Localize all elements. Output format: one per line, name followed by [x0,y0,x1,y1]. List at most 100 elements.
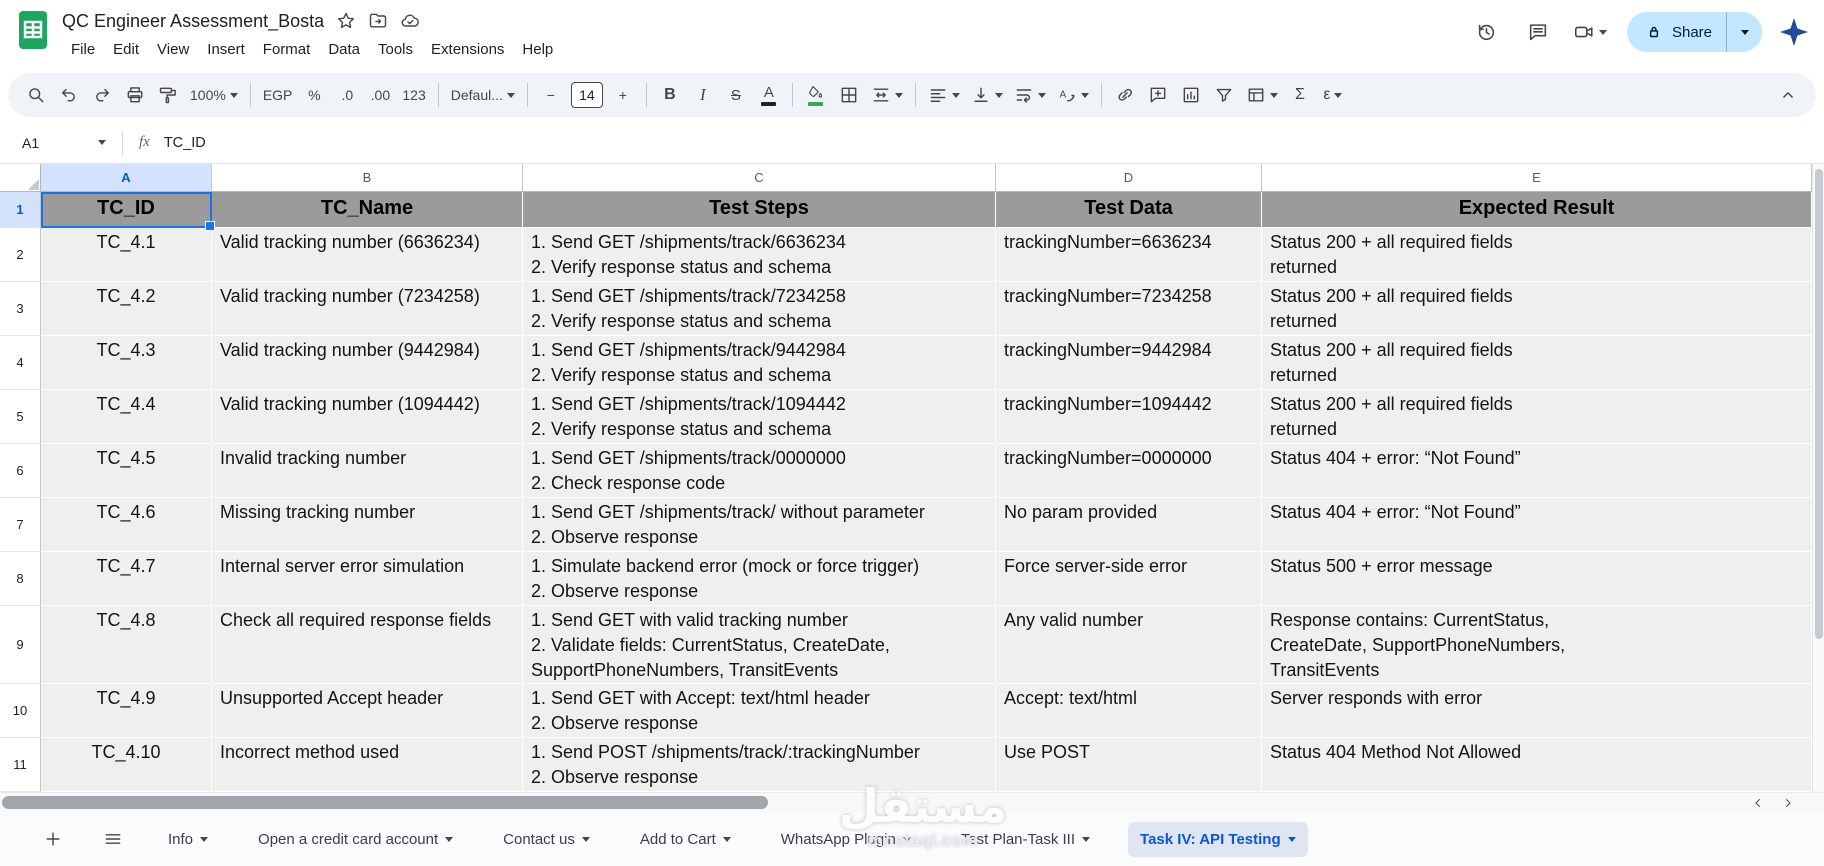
percent-format-button[interactable]: % [298,78,330,112]
cell-test-data[interactable]: Any valid number [996,606,1262,684]
cell-test-steps[interactable]: 1. Send GET /shipments/track/9442984 2. … [523,336,996,390]
cell-test-data[interactable]: trackingNumber=0000000 [996,444,1262,498]
cell-expected-result[interactable]: Response contains: CurrentStatus, Create… [1262,606,1812,684]
cell-expected-result[interactable]: Status 200 + all required fields returne… [1262,336,1812,390]
cell-test-steps[interactable]: 1. Send GET /shipments/track/6636234 2. … [523,228,996,282]
cell-test-steps[interactable]: 1. Simulate backend error (mock or force… [523,552,996,606]
row-number[interactable]: 11 [0,738,41,792]
zoom-select[interactable]: 100% [185,78,243,112]
cell-tc-name[interactable]: Valid tracking number (7234258) [212,282,523,336]
bold-button[interactable]: B [654,78,686,112]
number-format-button[interactable]: 123 [397,78,430,112]
horizontal-scrollbar-thumb[interactable] [2,796,768,809]
text-rotation-button[interactable]: A [1052,78,1094,112]
document-title[interactable]: QC Engineer Assessment_Bosta [62,11,324,32]
share-dropdown-button[interactable] [1726,12,1762,52]
menu-view[interactable]: View [148,37,198,62]
row-number[interactable]: 9 [0,606,41,684]
row-number[interactable]: 8 [0,552,41,606]
cell-tc-id[interactable]: TC_4.2 [41,282,212,336]
insert-chart-button[interactable] [1175,78,1207,112]
share-button[interactable]: Share [1627,12,1726,52]
version-history-button[interactable] [1465,11,1507,53]
search-button[interactable] [20,78,52,112]
sheet-tab-info[interactable]: Info [156,822,220,857]
row-number[interactable]: 7 [0,498,41,552]
vertical-scrollbar[interactable] [1812,164,1824,792]
scroll-left-button[interactable] [1746,794,1770,812]
column-header-c[interactable]: C [523,164,996,192]
cell-tc-name[interactable]: Internal server error simulation [212,552,523,606]
borders-button[interactable] [833,78,865,112]
cloud-saved-icon[interactable] [400,11,420,31]
horizontal-align-button[interactable] [923,78,965,112]
insert-link-button[interactable] [1109,78,1141,112]
cell-tc-name[interactable]: Missing tracking number [212,498,523,552]
account-avatar[interactable] [1778,16,1810,48]
cell-test-data[interactable]: Force server-side error [996,552,1262,606]
row-number[interactable]: 10 [0,684,41,738]
cell-tc-name[interactable]: Valid tracking number (9442984) [212,336,523,390]
merge-cells-button[interactable] [866,78,908,112]
cell-test-steps[interactable]: 1. Send GET /shipments/track/7234258 2. … [523,282,996,336]
cell-tc-name[interactable]: Unsupported Accept header [212,684,523,738]
cell-tc-id[interactable]: TC_4.8 [41,606,212,684]
cell-tc-id[interactable]: TC_4.4 [41,390,212,444]
cell-a1[interactable]: TC_ID [41,192,212,228]
decrease-font-size-button[interactable]: − [535,78,567,112]
cell-expected-result[interactable]: Status 404 + error: “Not Found” [1262,444,1812,498]
cell-test-data[interactable]: No param provided [996,498,1262,552]
sheet-tab-add-to-cart[interactable]: Add to Cart [628,822,743,857]
cell-expected-result[interactable]: Status 200 + all required fields returne… [1262,390,1812,444]
sheet-tab-contact-us[interactable]: Contact us [491,822,602,857]
all-sheets-button[interactable] [96,822,130,856]
cell-test-data[interactable]: Accept: text/html [996,684,1262,738]
cell-expected-result[interactable]: Server responds with error [1262,684,1812,738]
menu-format[interactable]: Format [254,37,320,62]
formula-input[interactable]: TC_ID [164,135,206,151]
increase-font-size-button[interactable]: + [607,78,639,112]
row-number[interactable]: 3 [0,282,41,336]
cell-expected-result[interactable]: Status 200 + all required fields returne… [1262,282,1812,336]
italic-button[interactable]: I [687,78,719,112]
menu-data[interactable]: Data [319,37,369,62]
cell-c1[interactable]: Test Steps [523,192,996,228]
font-select[interactable]: Defaul... [446,78,520,112]
select-all-corner[interactable] [0,164,41,192]
sheet-tab-whatsapp-plugin[interactable]: WhatsApp Plugin [769,822,923,857]
star-icon[interactable] [336,11,356,31]
row-number[interactable]: 4 [0,336,41,390]
sheet-tab-task-iv-active[interactable]: Task IV: API Testing [1128,821,1308,857]
cell-tc-name[interactable]: Valid tracking number (6636234) [212,228,523,282]
cell-test-steps[interactable]: 1. Send GET /shipments/track/0000000 2. … [523,444,996,498]
column-header-e[interactable]: E [1262,164,1812,192]
text-color-button[interactable]: A [753,78,785,112]
row-number[interactable]: 5 [0,390,41,444]
column-header-d[interactable]: D [996,164,1262,192]
cell-tc-name[interactable]: Valid tracking number (1094442) [212,390,523,444]
text-wrap-button[interactable] [1009,78,1051,112]
cell-tc-id[interactable]: TC_4.7 [41,552,212,606]
name-box[interactable]: A1 [8,135,116,151]
paint-format-button[interactable] [152,78,184,112]
column-header-a[interactable]: A [41,164,212,192]
table-view-button[interactable] [1241,78,1283,112]
collapse-toolbar-button[interactable] [1772,78,1804,112]
menu-file[interactable]: File [62,37,104,62]
redo-button[interactable] [86,78,118,112]
strikethrough-button[interactable]: S [720,78,752,112]
comments-button[interactable] [1517,11,1559,53]
meet-button[interactable] [1569,21,1611,43]
undo-button[interactable] [53,78,85,112]
horizontal-scrollbar[interactable] [0,792,1824,812]
cell-test-data[interactable]: trackingNumber=1094442 [996,390,1262,444]
cell-tc-id[interactable]: TC_4.1 [41,228,212,282]
fill-color-button[interactable] [800,78,832,112]
cell-test-steps[interactable]: 1. Send GET /shipments/track/1094442 2. … [523,390,996,444]
more-functions-button[interactable]: ε [1317,78,1349,112]
cell-tc-id[interactable]: TC_4.3 [41,336,212,390]
add-sheet-button[interactable] [36,822,70,856]
insert-comment-button[interactable] [1142,78,1174,112]
cell-tc-id[interactable]: TC_4.5 [41,444,212,498]
cell-expected-result[interactable]: Status 404 Method Not Allowed [1262,738,1812,792]
